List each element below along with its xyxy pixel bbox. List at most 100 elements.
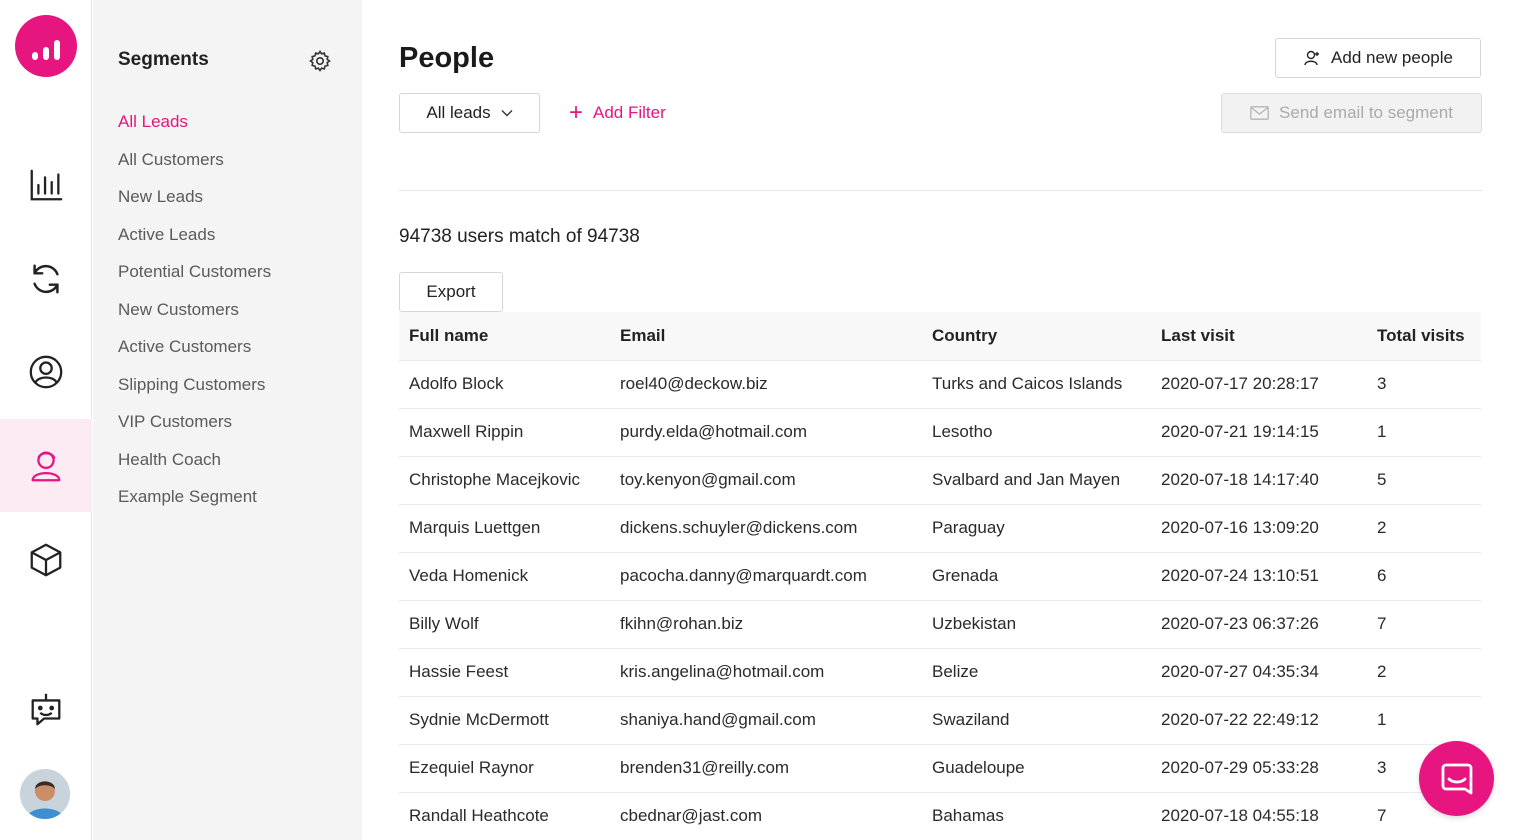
cell-full-name: Billy Wolf	[399, 599, 610, 648]
cell-email: pacocha.danny@marquardt.com	[610, 551, 922, 600]
gear-icon[interactable]	[308, 49, 332, 73]
icon-rail	[0, 0, 92, 840]
segment-item-example-segment[interactable]: Example Segment	[118, 485, 271, 523]
column-header-last-visit[interactable]: Last visit	[1151, 312, 1367, 360]
app-logo[interactable]	[15, 15, 77, 77]
add-new-people-label: Add new people	[1331, 48, 1453, 67]
cell-email: cbednar@jast.com	[610, 791, 922, 840]
table-row[interactable]: Ezequiel Raynor brenden31@reilly.com Gua…	[399, 743, 1481, 792]
column-header-email[interactable]: Email	[610, 312, 922, 360]
table-row[interactable]: Hassie Feest kris.angelina@hotmail.com B…	[399, 647, 1481, 696]
user-circle-icon[interactable]	[0, 325, 92, 418]
cell-last-visit: 2020-07-24 13:10:51	[1151, 551, 1367, 600]
send-email-label: Send email to segment	[1279, 103, 1453, 122]
cell-total-visits: 5	[1367, 455, 1481, 504]
chat-icon	[1441, 763, 1472, 794]
cell-last-visit: 2020-07-21 19:14:15	[1151, 407, 1367, 456]
cell-total-visits: 2	[1367, 503, 1481, 552]
table-row[interactable]: Veda Homenick pacocha.danny@marquardt.co…	[399, 551, 1481, 600]
cell-country: Belize	[922, 647, 1151, 696]
cell-email: fkihn@rohan.biz	[610, 599, 922, 648]
cell-total-visits: 7	[1367, 599, 1481, 648]
cell-country: Swaziland	[922, 695, 1151, 744]
cell-full-name: Randall Heathcote	[399, 791, 610, 840]
table-row[interactable]: Christophe Macejkovic toy.kenyon@gmail.c…	[399, 455, 1481, 504]
cell-full-name: Maxwell Rippin	[399, 407, 610, 456]
analytics-icon[interactable]	[0, 138, 92, 231]
chevron-down-icon	[501, 110, 513, 117]
segment-item-all-leads[interactable]: All Leads	[118, 110, 271, 148]
cell-last-visit: 2020-07-23 06:37:26	[1151, 599, 1367, 648]
cell-full-name: Adolfo Block	[399, 359, 610, 408]
cell-country: Turks and Caicos Islands	[922, 359, 1151, 408]
people-table: Full name Email Country Last visit Total…	[399, 312, 1481, 840]
table-row[interactable]: Adolfo Block roel40@deckow.biz Turks and…	[399, 359, 1481, 408]
cell-last-visit: 2020-07-17 20:28:17	[1151, 359, 1367, 408]
bot-icon[interactable]	[0, 662, 92, 755]
column-header-full-name[interactable]: Full name	[399, 312, 610, 360]
divider	[399, 190, 1482, 191]
chat-launcher-button[interactable]	[1419, 741, 1494, 816]
segment-item-new-leads[interactable]: New Leads	[118, 185, 271, 223]
segment-item-vip-customers[interactable]: VIP Customers	[118, 410, 271, 448]
cell-last-visit: 2020-07-16 13:09:20	[1151, 503, 1367, 552]
cell-country: Uzbekistan	[922, 599, 1151, 648]
segment-select[interactable]: All leads	[399, 93, 540, 133]
cell-country: Lesotho	[922, 407, 1151, 456]
cell-last-visit: 2020-07-22 22:49:12	[1151, 695, 1367, 744]
avatar[interactable]	[20, 769, 70, 819]
column-header-total-visits[interactable]: Total visits	[1367, 312, 1481, 360]
segment-item-potential-customers[interactable]: Potential Customers	[118, 260, 271, 298]
segment-item-active-customers[interactable]: Active Customers	[118, 335, 271, 373]
table-row[interactable]: Maxwell Rippin purdy.elda@hotmail.com Le…	[399, 407, 1481, 456]
add-new-people-button[interactable]: Add new people	[1275, 38, 1481, 78]
add-user-icon	[1304, 50, 1320, 66]
cell-email: purdy.elda@hotmail.com	[610, 407, 922, 456]
segments-title: Segments	[118, 49, 209, 70]
segment-item-health-coach[interactable]: Health Coach	[118, 448, 271, 486]
table-row[interactable]: Sydnie McDermott shaniya.hand@gmail.com …	[399, 695, 1481, 744]
export-button[interactable]: Export	[399, 272, 503, 312]
cell-email: shaniya.hand@gmail.com	[610, 695, 922, 744]
segments-panel: Segments All Leads All Customers New Lea…	[93, 0, 362, 840]
cell-email: toy.kenyon@gmail.com	[610, 455, 922, 504]
segment-list: All Leads All Customers New Leads Active…	[118, 110, 271, 523]
cell-total-visits: 3	[1367, 359, 1481, 408]
add-filter-button[interactable]: + Add Filter	[569, 100, 666, 126]
table-header-row: Full name Email Country Last visit Total…	[399, 312, 1481, 360]
cell-full-name: Marquis Luettgen	[399, 503, 610, 552]
table-row[interactable]: Randall Heathcote cbednar@jast.com Baham…	[399, 791, 1481, 840]
cell-full-name: Sydnie McDermott	[399, 695, 610, 744]
cell-country: Guadeloupe	[922, 743, 1151, 792]
cell-country: Bahamas	[922, 791, 1151, 840]
segment-item-all-customers[interactable]: All Customers	[118, 148, 271, 186]
segment-item-slipping-customers[interactable]: Slipping Customers	[118, 373, 271, 411]
segment-item-new-customers[interactable]: New Customers	[118, 298, 271, 336]
send-email-button[interactable]: Send email to segment	[1221, 93, 1482, 133]
cell-last-visit: 2020-07-27 04:35:34	[1151, 647, 1367, 696]
segment-item-active-leads[interactable]: Active Leads	[118, 223, 271, 261]
cell-email: roel40@deckow.biz	[610, 359, 922, 408]
sync-icon[interactable]	[0, 232, 92, 325]
cell-country: Svalbard and Jan Mayen	[922, 455, 1151, 504]
cell-last-visit: 2020-07-18 14:17:40	[1151, 455, 1367, 504]
cell-email: brenden31@reilly.com	[610, 743, 922, 792]
plus-icon: +	[569, 99, 584, 126]
cell-total-visits: 6	[1367, 551, 1481, 600]
add-filter-label: Add Filter	[593, 103, 666, 122]
table-row[interactable]: Billy Wolf fkihn@rohan.biz Uzbekistan 20…	[399, 599, 1481, 648]
cell-email: kris.angelina@hotmail.com	[610, 647, 922, 696]
cell-total-visits: 1	[1367, 407, 1481, 456]
people-icon[interactable]	[0, 419, 92, 512]
cell-last-visit: 2020-07-18 04:55:18	[1151, 791, 1367, 840]
table-row[interactable]: Marquis Luettgen dickens.schuyler@dicken…	[399, 503, 1481, 552]
cell-last-visit: 2020-07-29 05:33:28	[1151, 743, 1367, 792]
cell-email: dickens.schuyler@dickens.com	[610, 503, 922, 552]
cell-total-visits: 1	[1367, 695, 1481, 744]
mail-icon	[1250, 106, 1269, 120]
cell-full-name: Ezequiel Raynor	[399, 743, 610, 792]
column-header-country[interactable]: Country	[922, 312, 1151, 360]
cell-total-visits: 2	[1367, 647, 1481, 696]
box-icon[interactable]	[0, 513, 92, 606]
cell-full-name: Hassie Feest	[399, 647, 610, 696]
